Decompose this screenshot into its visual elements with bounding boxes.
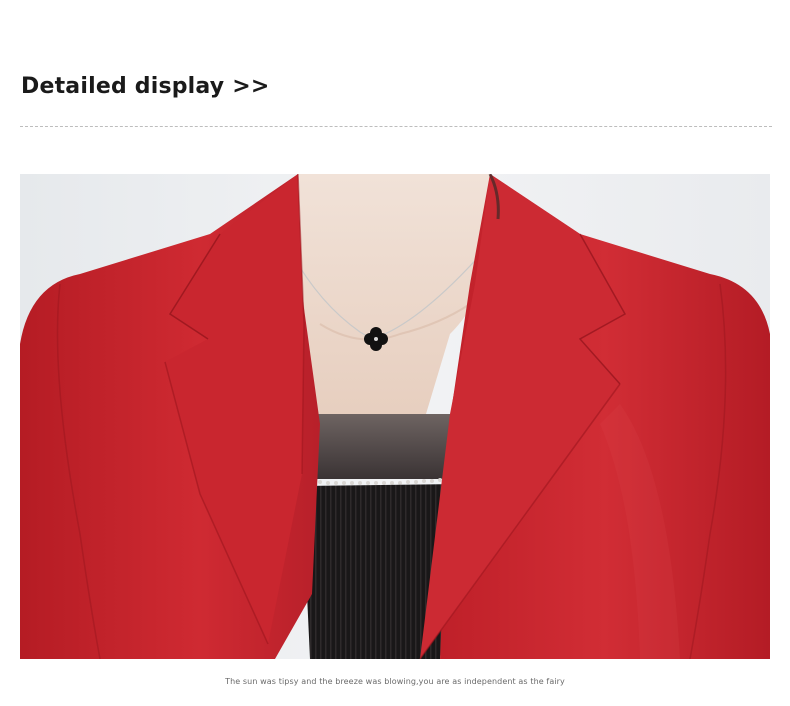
section-heading: Detailed display >>: [21, 74, 270, 99]
photo-caption: The sun was tipsy and the breeze was blo…: [225, 677, 565, 686]
product-detail-photo: [20, 174, 770, 659]
dashed-divider: [20, 126, 772, 127]
